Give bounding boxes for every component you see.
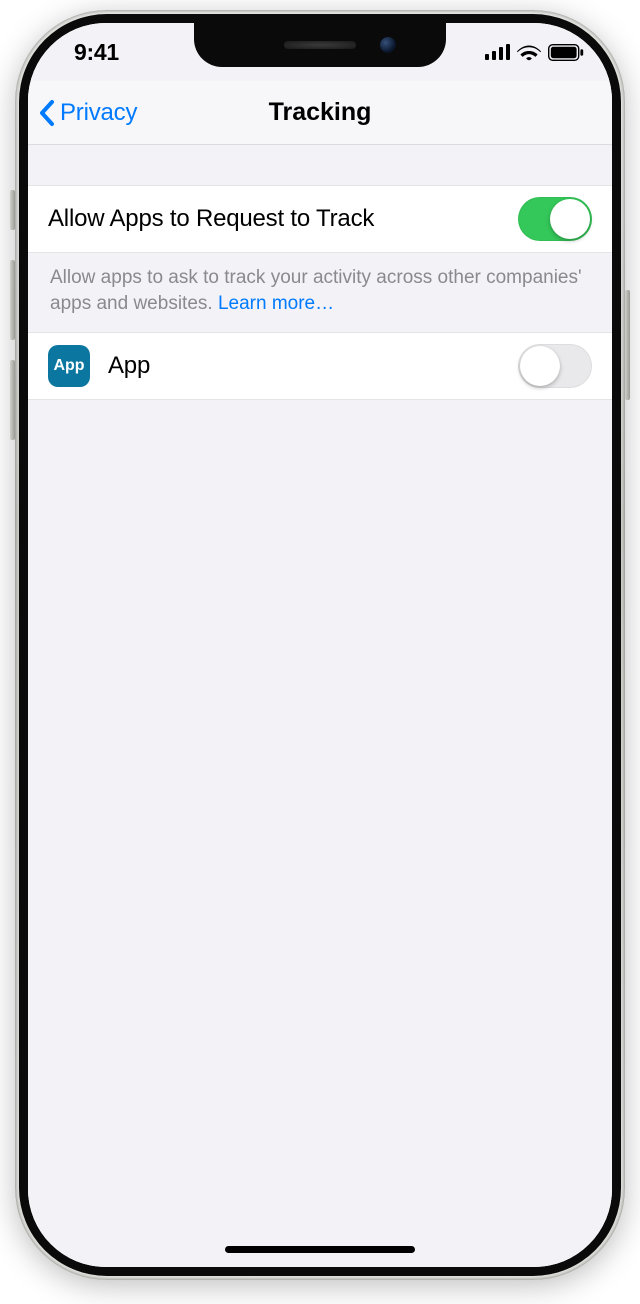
- power-button: [625, 290, 630, 400]
- back-label: Privacy: [60, 99, 137, 127]
- allow-tracking-toggle[interactable]: [518, 197, 592, 241]
- allow-tracking-label: Allow Apps to Request to Track: [48, 205, 374, 233]
- learn-more-link[interactable]: Learn more…: [218, 293, 334, 314]
- chevron-left-icon: [38, 99, 58, 127]
- app-tracking-toggle[interactable]: [518, 344, 592, 388]
- content-area: Allow Apps to Request to Track Allow app…: [28, 145, 612, 1267]
- navigation-bar: Privacy Tracking: [28, 81, 612, 145]
- toggle-knob: [550, 199, 590, 239]
- status-icons: [485, 44, 584, 61]
- section-footer: Allow apps to ask to track your activity…: [28, 253, 612, 332]
- volume-up-button: [10, 260, 15, 340]
- toggle-knob: [520, 346, 560, 386]
- section-gap: [28, 145, 612, 185]
- speaker-grille: [284, 41, 356, 49]
- status-time: 9:41: [74, 39, 119, 66]
- device-frame: 9:41: [15, 10, 625, 1280]
- battery-icon: [548, 44, 584, 61]
- app-label: App: [108, 352, 150, 380]
- cellular-icon: [485, 44, 510, 60]
- front-camera: [380, 37, 396, 53]
- wifi-icon: [517, 44, 541, 61]
- volume-down-button: [10, 360, 15, 440]
- allow-tracking-row: Allow Apps to Request to Track: [28, 185, 612, 253]
- app-row: App App: [28, 332, 612, 400]
- silence-switch: [10, 190, 15, 230]
- back-button[interactable]: Privacy: [38, 99, 137, 127]
- notch: [194, 23, 446, 67]
- home-indicator[interactable]: [225, 1246, 415, 1253]
- app-icon: App: [48, 345, 90, 387]
